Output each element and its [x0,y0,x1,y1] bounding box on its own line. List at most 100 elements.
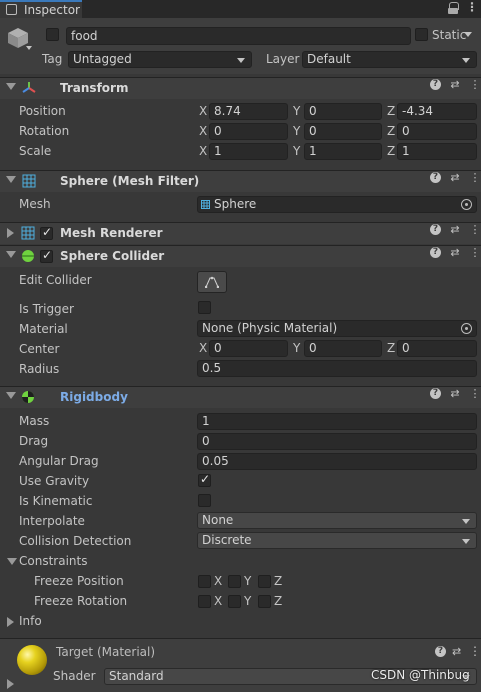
question-icon[interactable]: ? [430,247,441,258]
question-icon[interactable]: ? [430,388,441,399]
question-icon[interactable]: ? [430,79,441,90]
rotation-z-field[interactable]: 0 [397,123,477,140]
axis-z-label[interactable]: Z [387,340,395,357]
freeze-rotation-y-checkbox[interactable] [228,595,241,608]
axis-y-label[interactable]: Y [293,340,300,357]
use-gravity-checkbox[interactable]: ✓ [198,472,211,487]
freeze-position-y-checkbox[interactable] [228,575,241,588]
active-checkbox[interactable] [46,28,59,41]
sliders-icon[interactable]: ⇄ [449,171,461,184]
center-label: Center [19,342,60,356]
center-y-field[interactable]: 0 [304,340,382,357]
axis-y-label[interactable]: Y [293,103,300,120]
material-foldout-icon[interactable] [7,679,14,689]
inspector-tab-icon [6,4,17,15]
axis-z-label[interactable]: Z [387,143,395,160]
transform-header[interactable]: Transform ? ⇄ ⋮ [0,77,481,99]
constraints-foldout-icon[interactable] [7,558,17,565]
scale-label: Scale [19,144,52,158]
axis-z-label[interactable]: Z [387,123,395,140]
sliders-icon[interactable]: ⇄ [449,246,461,259]
kebab-icon[interactable]: ⋮ [469,387,481,400]
is-kinematic-checkbox[interactable] [198,494,211,507]
kebab-icon[interactable]: ⋮ [469,78,481,91]
static-checkbox[interactable] [415,28,428,41]
sliders-icon[interactable]: ⇄ [449,78,461,91]
sphere-collider-enabled-checkbox[interactable]: ✓ [40,248,53,263]
axis-x-label[interactable]: X [199,143,207,160]
drag-field[interactable]: 0 [197,433,477,450]
center-x-field[interactable]: 0 [209,340,288,357]
tag-dropdown[interactable]: Untagged [68,51,252,68]
mesh-renderer-enabled-checkbox[interactable]: ✓ [40,225,53,240]
tab-menu-icon[interactable]: ⋮ [466,0,478,14]
edit-collider-button[interactable] [197,271,227,293]
interpolate-dropdown[interactable]: None [197,512,477,529]
scale-y-field[interactable]: 1 [304,143,382,160]
scale-z-field[interactable]: 1 [397,143,477,160]
sphere-collider-foldout-icon[interactable] [6,251,16,258]
mass-field[interactable]: 1 [197,413,477,430]
kebab-icon[interactable]: ⋮ [469,223,481,236]
sliders-icon[interactable]: ⇄ [452,645,461,658]
icon-dropdown-icon[interactable] [26,46,32,50]
watermark-text: CSDN @Thinbug [371,668,470,682]
axis-y-label[interactable]: Y [293,123,300,140]
axis-x-label[interactable]: X [199,103,207,120]
collision-detection-dropdown[interactable]: Discrete [197,532,477,549]
mass-label: Mass [19,414,50,428]
rigidbody-foldout-icon[interactable] [6,392,16,399]
tab-inspector[interactable]: Inspector [0,0,82,18]
sliders-icon[interactable]: ⇄ [449,387,461,400]
axis-x-label[interactable]: X [199,123,207,140]
freeze-position-x-checkbox[interactable] [198,575,211,588]
axis-y-label[interactable]: Y [293,143,300,160]
position-z-field[interactable]: -4.34 [397,103,477,120]
mesh-filter-foldout-icon[interactable] [6,176,16,183]
constraints-label[interactable]: Constraints [19,554,87,568]
position-label: Position [19,104,66,118]
use-gravity-label: Use Gravity [19,474,90,488]
kebab-icon[interactable]: ⋮ [469,644,481,658]
mesh-object-field[interactable]: Sphere [197,196,477,213]
position-y-field[interactable]: 0 [304,103,382,120]
radius-field[interactable]: 0.5 [197,360,477,377]
radius-label: Radius [19,362,60,376]
physic-material-field[interactable]: None (Physic Material) [197,320,477,337]
question-icon[interactable]: ? [435,646,446,657]
scale-x-field[interactable]: 1 [209,143,288,160]
object-name-field[interactable]: food [66,27,411,45]
mesh-filter-header[interactable]: Sphere (Mesh Filter) ? ⇄ ⋮ [0,170,481,192]
object-picker-icon[interactable] [461,323,472,334]
freeze-rotation-z-checkbox[interactable] [258,595,271,608]
freeze-rotation-x-checkbox[interactable] [198,595,211,608]
is-kinematic-label: Is Kinematic [19,494,93,508]
question-icon[interactable]: ? [430,224,441,235]
layer-dropdown[interactable]: Default [302,51,477,68]
question-icon[interactable]: ? [430,172,441,183]
edit-bounds-icon [205,276,219,288]
kebab-icon[interactable]: ⋮ [469,246,481,259]
center-z-field[interactable]: 0 [397,340,477,357]
info-foldout-icon[interactable] [7,617,14,627]
axis-x-label[interactable]: X [199,340,207,357]
object-picker-icon[interactable] [461,199,472,210]
rigidbody-header[interactable]: Rigidbody ? ⇄ ⋮ [0,386,481,408]
material-value: None (Physic Material) [202,321,338,335]
mesh-renderer-foldout-icon[interactable] [7,228,14,238]
kebab-icon[interactable]: ⋮ [469,171,481,184]
mesh-renderer-header[interactable]: ✓ Mesh Renderer ? ⇄ ⋮ [0,222,481,244]
freeze-position-z-checkbox[interactable] [258,575,271,588]
sphere-collider-header[interactable]: ✓ Sphere Collider ? ⇄ ⋮ [0,245,481,267]
angular-drag-field[interactable]: 0.05 [197,453,477,470]
sliders-icon[interactable]: ⇄ [449,223,461,236]
axis-z-label[interactable]: Z [387,103,395,120]
static-dropdown-icon[interactable] [462,26,478,42]
position-x-field[interactable]: 8.74 [209,103,288,120]
info-label[interactable]: Info [19,614,42,628]
rotation-x-field[interactable]: 0 [209,123,288,140]
rotation-y-field[interactable]: 0 [304,123,382,140]
is-trigger-label: Is Trigger [19,302,74,316]
transform-foldout-icon[interactable] [6,83,16,90]
is-trigger-checkbox[interactable] [198,301,211,314]
